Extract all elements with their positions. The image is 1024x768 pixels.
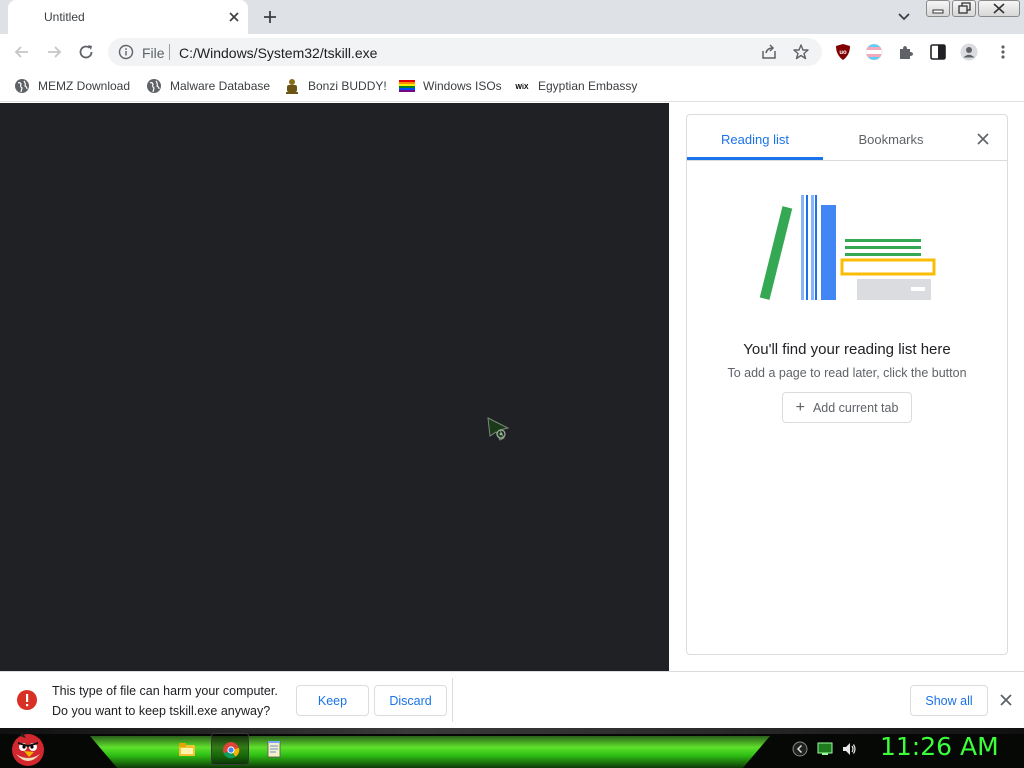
globe-icon <box>15 79 29 93</box>
omnibox-divider <box>169 44 170 60</box>
back-icon[interactable] <box>12 42 32 62</box>
window-controls <box>926 0 1020 18</box>
warning-icon <box>17 690 37 710</box>
empty-state-subtitle: To add a page to read later, click the b… <box>727 366 967 380</box>
taskbar: 11:26 AM <box>0 728 1024 768</box>
wix-icon: WiX <box>515 84 528 91</box>
download-warning-line1: This type of file can harm your computer… <box>52 684 278 698</box>
bookmark-egyptian-embassy[interactable]: WiX Egyptian Embassy <box>514 76 637 96</box>
browser-tab[interactable]: Untitled <box>8 0 248 34</box>
extensions-puzzle-icon[interactable] <box>897 43 915 61</box>
page-content[interactable] <box>0 103 669 671</box>
empty-state-title: You'll find your reading list here <box>743 341 951 358</box>
tab-divider <box>687 160 1007 161</box>
bookmark-bonzi-buddy[interactable]: Bonzi BUDDY! <box>284 76 387 96</box>
toolbar: File C:/Windows/System32/tskill.exe uo <box>0 34 1024 70</box>
trans-flag-extension-icon[interactable] <box>865 43 883 61</box>
bookmark-malware-database[interactable]: Malware Database <box>146 76 270 96</box>
tab-title: Untitled <box>44 10 85 24</box>
bookmark-label: MEMZ Download <box>38 79 131 93</box>
taskbar-item-notepad[interactable] <box>255 733 293 765</box>
close-panel-icon[interactable] <box>975 131 991 147</box>
side-panel-icon[interactable] <box>929 43 947 61</box>
bookmark-windows-isos[interactable]: Windows ISOs <box>399 76 502 96</box>
forward-icon[interactable] <box>44 42 64 62</box>
tab-bookmarks[interactable]: Bookmarks <box>823 115 959 160</box>
tab-reading-list[interactable]: Reading list <box>687 115 823 160</box>
download-warning-line2: Do you want to keep tskill.exe anyway? <box>52 704 271 718</box>
plus-icon: + <box>795 398 805 416</box>
discard-button[interactable]: Discard <box>374 685 447 716</box>
svg-text:WiX: WiX <box>515 84 528 91</box>
bookmark-star-icon[interactable] <box>792 43 810 61</box>
window-close-button[interactable] <box>978 0 1020 17</box>
restore-icon <box>958 2 971 14</box>
taskbar-top-stripe <box>0 728 1024 734</box>
window-close-icon <box>993 3 1005 14</box>
chrome-icon <box>223 742 240 759</box>
address-bar[interactable]: File C:/Windows/System32/tskill.exe <box>108 38 822 66</box>
download-shelf: This type of file can harm your computer… <box>0 671 1024 728</box>
bonzi-icon <box>286 79 298 94</box>
globe-icon <box>147 79 161 93</box>
volume-icon[interactable] <box>841 741 857 757</box>
profile-avatar-icon[interactable] <box>960 43 978 61</box>
taskbar-clock[interactable]: 11:26 AM <box>880 732 999 761</box>
taskbar-item-chrome[interactable] <box>211 733 249 765</box>
url-text[interactable]: C:/Windows/System32/tskill.exe <box>179 45 377 61</box>
svg-text:uo: uo <box>839 50 847 56</box>
notepad-icon <box>267 741 281 758</box>
close-shelf-icon[interactable] <box>998 692 1014 708</box>
bookmark-label: Malware Database <box>170 79 271 93</box>
show-all-button[interactable]: Show all <box>910 685 988 716</box>
bookmark-memz-download[interactable]: MEMZ Download <box>14 76 130 96</box>
tab-close-icon[interactable] <box>226 9 242 25</box>
menu-kebab-icon[interactable] <box>994 43 1012 61</box>
network-icon[interactable] <box>817 741 833 757</box>
minimize-button[interactable] <box>926 0 950 17</box>
bookmark-label: Bonzi BUDDY! <box>308 79 387 93</box>
tab-strip: Untitled <box>0 0 1024 34</box>
bookmark-label: Windows ISOs <box>423 79 502 93</box>
shelf-divider <box>452 678 453 722</box>
reading-list-illustration <box>759 195 936 300</box>
mouse-cursor-icon <box>487 417 510 441</box>
reading-list-panel: Reading list Bookmarks You'll find your … <box>686 114 1008 655</box>
bookmark-label: Egyptian Embassy <box>538 79 638 93</box>
tab-search-chevron-icon[interactable] <box>894 8 914 26</box>
new-tab-icon[interactable] <box>260 7 280 27</box>
add-current-tab-button[interactable]: + Add current tab <box>782 392 912 423</box>
add-current-tab-label: Add current tab <box>812 400 899 415</box>
reload-icon[interactable] <box>76 42 96 62</box>
share-icon[interactable] <box>760 43 778 61</box>
scheme-label: File <box>142 45 165 61</box>
ublock-origin-icon[interactable]: uo <box>834 43 852 61</box>
info-icon[interactable] <box>118 44 134 60</box>
bookmarks-bar: MEMZ Download Malware Database Bonzi BUD… <box>0 70 1024 102</box>
taskbar-item-file-explorer[interactable] <box>168 733 206 765</box>
start-button-angry-bird-icon[interactable] <box>8 728 48 768</box>
tray-chevron-icon[interactable] <box>792 741 808 757</box>
file-explorer-icon <box>179 743 195 756</box>
minimize-icon <box>932 9 944 14</box>
restore-button[interactable] <box>952 0 976 17</box>
keep-button[interactable]: Keep <box>296 685 369 716</box>
windows-flag-icon <box>399 80 415 92</box>
